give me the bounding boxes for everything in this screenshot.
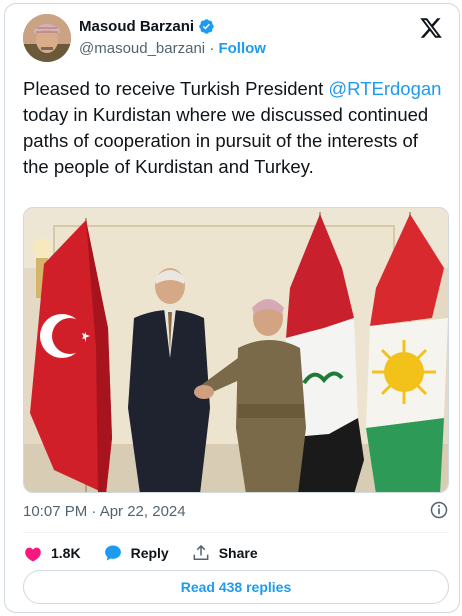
separator: · [209,40,215,57]
mention-link[interactable]: @RTErdogan [328,78,441,99]
like-count: 1.8K [51,545,81,561]
reply-label: Reply [130,545,169,561]
reply-button[interactable]: Reply [103,543,169,563]
photo-illustration [24,208,448,492]
avatar[interactable] [23,14,71,62]
share-icon [193,544,209,560]
info-icon[interactable] [429,500,449,520]
tweet-card[interactable]: Masoud Barzani @masoud_barzani · Follow … [4,3,460,613]
follow-button[interactable]: Follow [218,40,266,57]
tweet-text-start: Pleased to receive Turkish President [23,78,329,99]
tweet-timestamp[interactable]: 10:07 PM · Apr 22, 2024 [23,503,186,520]
x-logo-icon[interactable] [419,16,443,40]
author-handle[interactable]: @masoud_barzani [79,40,205,57]
action-bar: 1.8K Reply Share [23,541,280,565]
like-button[interactable]: 1.8K [23,543,81,563]
read-replies-button[interactable]: Read 438 replies [23,570,449,604]
share-label: Share [218,545,258,561]
tweet-text: Pleased to receive Turkish President @RT… [23,76,443,180]
heart-icon [25,547,41,562]
tweet-text-end: today in Kurdistan where we discussed co… [23,104,429,177]
tweet-meta: 10:07 PM · Apr 22, 2024 [23,500,449,522]
tweet-header: Masoud Barzani @masoud_barzani · Follow [23,14,443,64]
divider [23,532,449,533]
verified-badge-icon [199,19,214,34]
tweet-photo[interactable] [23,207,449,493]
share-button[interactable]: Share [191,543,258,563]
author-name[interactable]: Masoud Barzani [79,18,194,35]
speech-bubble-icon [104,545,121,561]
